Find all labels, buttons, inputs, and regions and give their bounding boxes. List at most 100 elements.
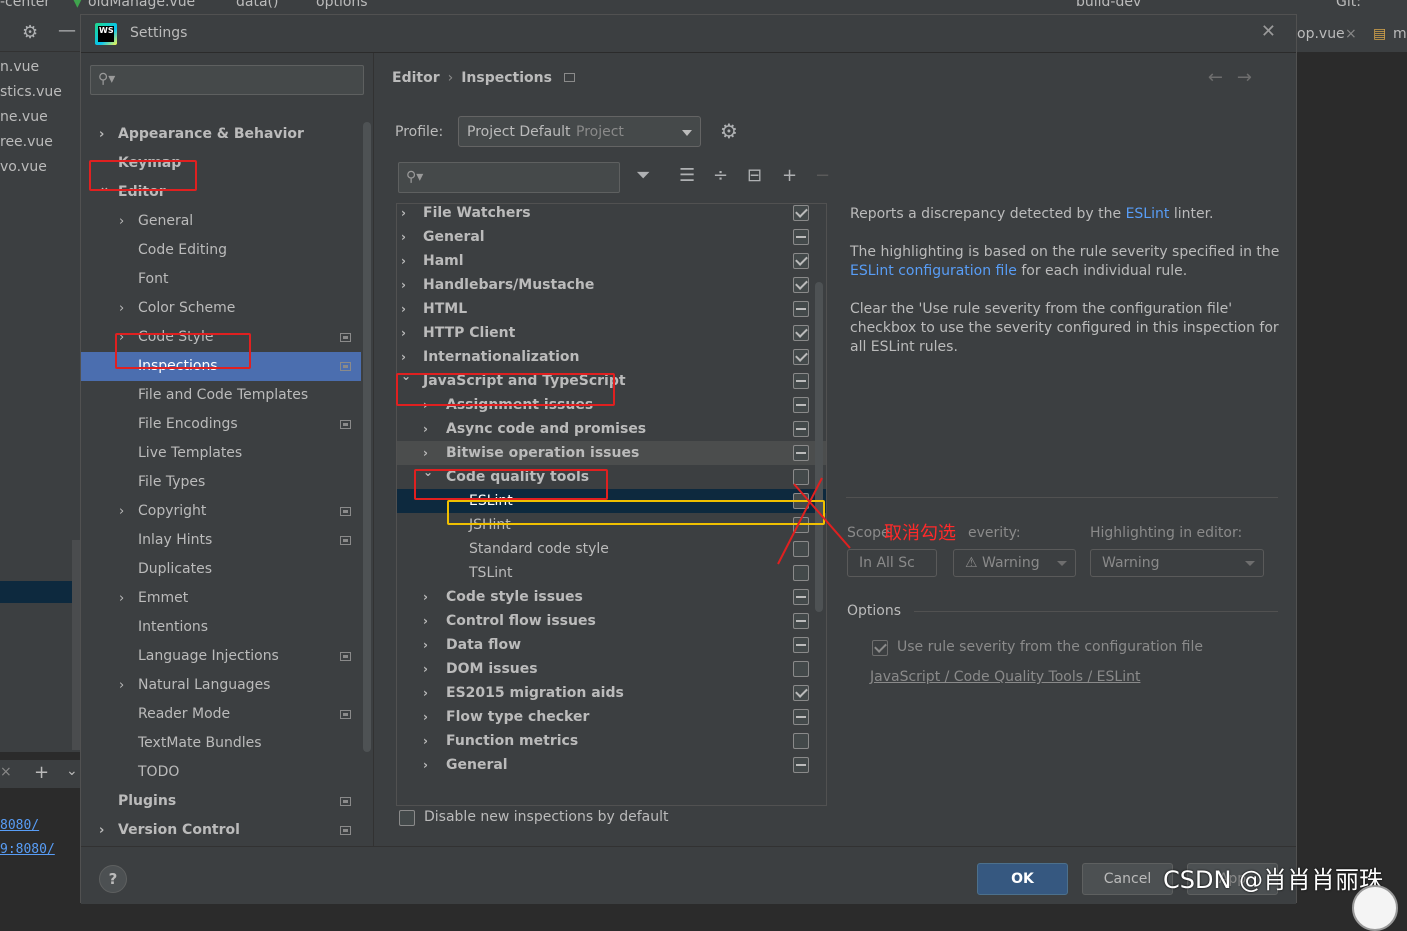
nav-item-keymap[interactable]: Keymap bbox=[81, 149, 361, 178]
chevron-right-icon[interactable]: › bbox=[119, 584, 124, 613]
tree-row-function-metrics[interactable]: › Function metrics bbox=[397, 729, 826, 753]
inspection-checkbox[interactable] bbox=[793, 421, 809, 437]
run-config-select[interactable]: build-dev bbox=[1076, 0, 1141, 10]
nav-item-reader-mode[interactable]: Reader Mode bbox=[81, 700, 361, 729]
chevron-right-icon[interactable]: › bbox=[423, 609, 428, 633]
nav-item-general[interactable]: › General bbox=[81, 207, 361, 236]
ide-crumb[interactable]: data() bbox=[236, 0, 278, 10]
nav-item-version-control[interactable]: › Version Control bbox=[81, 816, 361, 845]
chevron-right-icon[interactable]: › bbox=[119, 323, 124, 352]
inspection-checkbox[interactable] bbox=[793, 205, 809, 221]
inspection-checkbox[interactable] bbox=[793, 517, 809, 533]
git-label[interactable]: Git: bbox=[1336, 0, 1361, 10]
chevron-right-icon[interactable]: › bbox=[401, 225, 406, 249]
nav-item-live-templates[interactable]: Live Templates bbox=[81, 439, 361, 468]
nav-item-file-encodings[interactable]: File Encodings bbox=[81, 410, 361, 439]
chevron-down-icon[interactable]: ⌄ bbox=[66, 763, 78, 779]
chevron-right-icon[interactable]: › bbox=[423, 705, 428, 729]
tree-row-html[interactable]: › HTML bbox=[397, 297, 826, 321]
file-item[interactable]: ree.vue bbox=[0, 134, 53, 150]
chevron-right-icon[interactable]: › bbox=[423, 729, 428, 753]
nav-item-appearance-behavior[interactable]: › Appearance & Behavior bbox=[81, 120, 361, 149]
tree-row-http-client[interactable]: › HTTP Client bbox=[397, 321, 826, 345]
close-icon[interactable]: × bbox=[0, 764, 12, 780]
nav-item-plugins[interactable]: Plugins bbox=[81, 787, 361, 816]
tree-row-assignment-issues[interactable]: › Assignment issues bbox=[397, 393, 826, 417]
file-item[interactable]: stics.vue bbox=[0, 84, 62, 100]
ide-crumb[interactable]: oldManage.vue bbox=[88, 0, 195, 10]
inspection-checkbox[interactable] bbox=[793, 541, 809, 557]
console-link[interactable]: 9:8080/ bbox=[0, 842, 55, 857]
nav-item-code-editing[interactable]: Code Editing bbox=[81, 236, 361, 265]
tree-scrollbar[interactable] bbox=[815, 282, 823, 612]
chevron-right-icon[interactable]: › bbox=[423, 753, 428, 777]
tree-row-internationalization[interactable]: › Internationalization bbox=[397, 345, 826, 369]
chevron-right-icon[interactable]: › bbox=[119, 497, 124, 526]
inspection-checkbox[interactable] bbox=[793, 757, 809, 773]
inspection-checkbox[interactable] bbox=[793, 565, 809, 581]
chevron-right-icon[interactable]: › bbox=[119, 207, 124, 236]
inspection-checkbox[interactable] bbox=[793, 229, 809, 245]
add-icon[interactable]: + bbox=[34, 762, 49, 783]
eslint-config-link[interactable]: ESLint configuration file bbox=[850, 263, 1017, 279]
gear-icon[interactable]: ⚙ bbox=[22, 22, 38, 43]
inspection-checkbox[interactable] bbox=[793, 661, 809, 677]
nav-item-code-style[interactable]: › Code Style bbox=[81, 323, 361, 352]
inspection-checkbox[interactable] bbox=[793, 373, 809, 389]
inspection-checkbox[interactable] bbox=[793, 445, 809, 461]
file-item[interactable]: vo.vue bbox=[0, 159, 47, 175]
tree-row-general[interactable]: › General bbox=[397, 225, 826, 249]
chevron-right-icon[interactable]: › bbox=[401, 297, 406, 321]
nav-item-inspections[interactable]: Inspections bbox=[81, 352, 361, 381]
gear-icon[interactable]: ⚙ bbox=[720, 119, 738, 143]
nav-item-natural-languages[interactable]: › Natural Languages bbox=[81, 671, 361, 700]
chevron-right-icon[interactable]: › bbox=[423, 657, 428, 681]
nav-item-color-scheme[interactable]: › Color Scheme bbox=[81, 294, 361, 323]
inspection-checkbox[interactable] bbox=[793, 277, 809, 293]
reset-icon[interactable]: ⊟ bbox=[747, 165, 762, 186]
scope-select[interactable]: In All Sc bbox=[847, 549, 937, 577]
nav-item-todo[interactable]: TODO bbox=[81, 758, 361, 787]
tree-row-javascript-and-typescript[interactable]: ⌄ JavaScript and TypeScript bbox=[397, 369, 826, 393]
nav-item-language-injections[interactable]: Language Injections bbox=[81, 642, 361, 671]
close-icon[interactable]: ✕ bbox=[1261, 21, 1276, 42]
cancel-button[interactable]: Cancel bbox=[1082, 863, 1173, 895]
remove-icon[interactable]: − bbox=[815, 165, 830, 186]
help-button[interactable]: ? bbox=[99, 865, 127, 893]
chevron-down-icon[interactable]: ⌄ bbox=[99, 173, 110, 202]
nav-item-copyright[interactable]: › Copyright bbox=[81, 497, 361, 526]
ide-crumb[interactable]: -center bbox=[0, 0, 50, 10]
add-icon[interactable]: + bbox=[782, 165, 797, 186]
file-item[interactable]: n.vue bbox=[0, 59, 39, 75]
chevron-right-icon[interactable]: › bbox=[423, 585, 428, 609]
chevron-right-icon[interactable]: › bbox=[423, 393, 428, 417]
filter-icon[interactable]: ⏷ bbox=[636, 165, 650, 186]
tree-row-flow-type-checker[interactable]: › Flow type checker bbox=[397, 705, 826, 729]
expand-all-icon[interactable]: ☰ bbox=[679, 165, 695, 186]
tree-row-data-flow[interactable]: › Data flow bbox=[397, 633, 826, 657]
tree-row-haml[interactable]: › Haml bbox=[397, 249, 826, 273]
tree-row-tslint[interactable]: TSLint bbox=[397, 561, 826, 585]
eslint-settings-link[interactable]: JavaScript / Code Quality Tools / ESLint bbox=[870, 669, 1140, 685]
nav-item-editor[interactable]: ⌄ Editor bbox=[81, 178, 361, 207]
minimize-icon[interactable]: — bbox=[58, 20, 76, 41]
chevron-down-icon[interactable]: ⌄ bbox=[423, 460, 433, 484]
nav-item-file-and-code-templates[interactable]: File and Code Templates bbox=[81, 381, 361, 410]
chevron-right-icon[interactable]: › bbox=[423, 681, 428, 705]
tree-row-bitwise-operation-issues[interactable]: › Bitwise operation issues bbox=[397, 441, 826, 465]
inspection-checkbox[interactable] bbox=[793, 397, 809, 413]
chevron-right-icon[interactable]: › bbox=[119, 671, 124, 700]
tree-row-eslint[interactable]: ESLint bbox=[397, 489, 826, 513]
nav-item-duplicates[interactable]: Duplicates bbox=[81, 555, 361, 584]
inspection-checkbox[interactable] bbox=[793, 301, 809, 317]
tree-row-jshint[interactable]: JSHint bbox=[397, 513, 826, 537]
inspections-search-input[interactable]: ⚲▾ bbox=[398, 162, 620, 193]
close-icon[interactable]: × bbox=[1345, 26, 1357, 42]
highlighting-select[interactable]: Warning bbox=[1090, 549, 1264, 577]
tree-row-es2015-migration-aids[interactable]: › ES2015 migration aids bbox=[397, 681, 826, 705]
ok-button[interactable]: OK bbox=[977, 863, 1068, 895]
editor-tab[interactable]: op.vue bbox=[1297, 26, 1345, 42]
breadcrumb-editor[interactable]: Editor bbox=[392, 70, 440, 86]
chevron-right-icon[interactable]: › bbox=[119, 294, 124, 323]
disable-new-inspections-checkbox[interactable] bbox=[399, 810, 415, 826]
